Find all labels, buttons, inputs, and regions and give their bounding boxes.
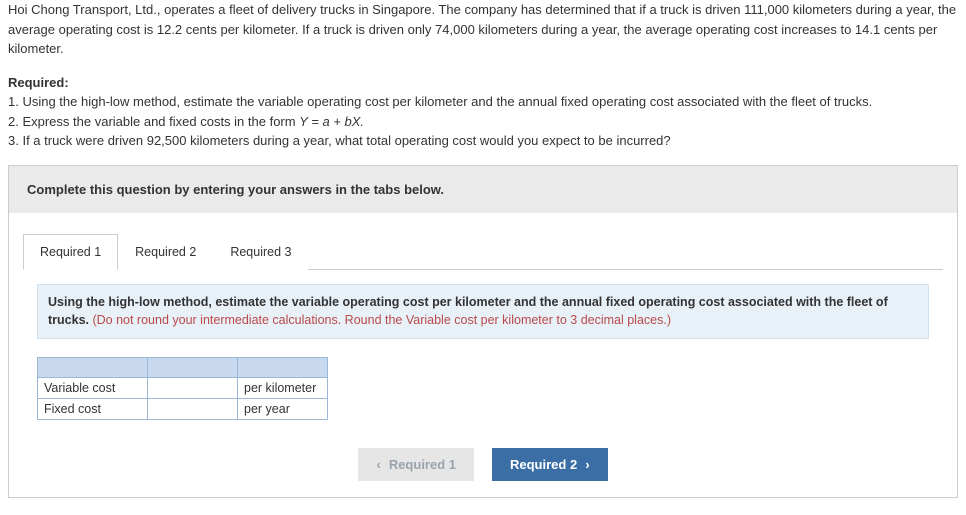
question-instruction: Using the high-low method, estimate the …: [37, 284, 929, 340]
chevron-left-icon: ‹: [376, 457, 380, 472]
prev-button: ‹ Required 1: [358, 448, 474, 481]
table-row: Fixed cost per year: [38, 399, 328, 420]
header-empty-2: [148, 358, 238, 378]
header-empty-1: [38, 358, 148, 378]
nav-buttons: ‹ Required 1 Required 2 ›: [9, 438, 957, 497]
fixed-cost-label: Fixed cost: [38, 399, 148, 420]
answer-table-header-row: [38, 358, 328, 378]
tab-list: Required 1 Required 2 Required 3: [23, 233, 943, 270]
required-heading: Required:: [8, 75, 69, 90]
table-row: Variable cost per kilometer: [38, 378, 328, 399]
problem-statement: Hoi Chong Transport, Ltd., operates a fl…: [0, 0, 966, 151]
requirement-2-prefix: 2. Express the variable and fixed costs …: [8, 114, 299, 129]
tab-required-1[interactable]: Required 1: [23, 234, 118, 270]
tab-panel-required-1: Using the high-low method, estimate the …: [23, 270, 943, 439]
next-button-label: Required 2: [510, 457, 577, 472]
instruction-bar: Complete this question by entering your …: [9, 166, 957, 213]
tab-required-2[interactable]: Required 2: [118, 234, 213, 270]
chevron-right-icon: ›: [585, 457, 589, 472]
variable-cost-label: Variable cost: [38, 378, 148, 399]
prev-button-label: Required 1: [389, 457, 456, 472]
requirements-block: Required: 1. Using the high-low method, …: [8, 73, 958, 151]
next-button[interactable]: Required 2 ›: [492, 448, 608, 481]
question-instruction-note: (Do not round your intermediate calculat…: [92, 313, 671, 327]
answer-panel: Complete this question by entering your …: [8, 165, 958, 499]
answer-table: Variable cost per kilometer Fixed cost p…: [37, 357, 328, 420]
requirement-3: 3. If a truck were driven 92,500 kilomet…: [8, 133, 671, 148]
variable-cost-input[interactable]: [148, 378, 237, 398]
fixed-cost-unit: per year: [238, 399, 328, 420]
header-empty-3: [238, 358, 328, 378]
requirement-1: 1. Using the high-low method, estimate t…: [8, 94, 872, 109]
tabs-container: Required 1 Required 2 Required 3 Using t…: [9, 213, 957, 439]
requirement-2-formula: Y = a + bX.: [299, 114, 364, 129]
tab-required-3[interactable]: Required 3: [213, 234, 308, 270]
problem-para-1: Hoi Chong Transport, Ltd., operates a fl…: [8, 0, 958, 59]
fixed-cost-input[interactable]: [148, 399, 237, 419]
variable-cost-unit: per kilometer: [238, 378, 328, 399]
